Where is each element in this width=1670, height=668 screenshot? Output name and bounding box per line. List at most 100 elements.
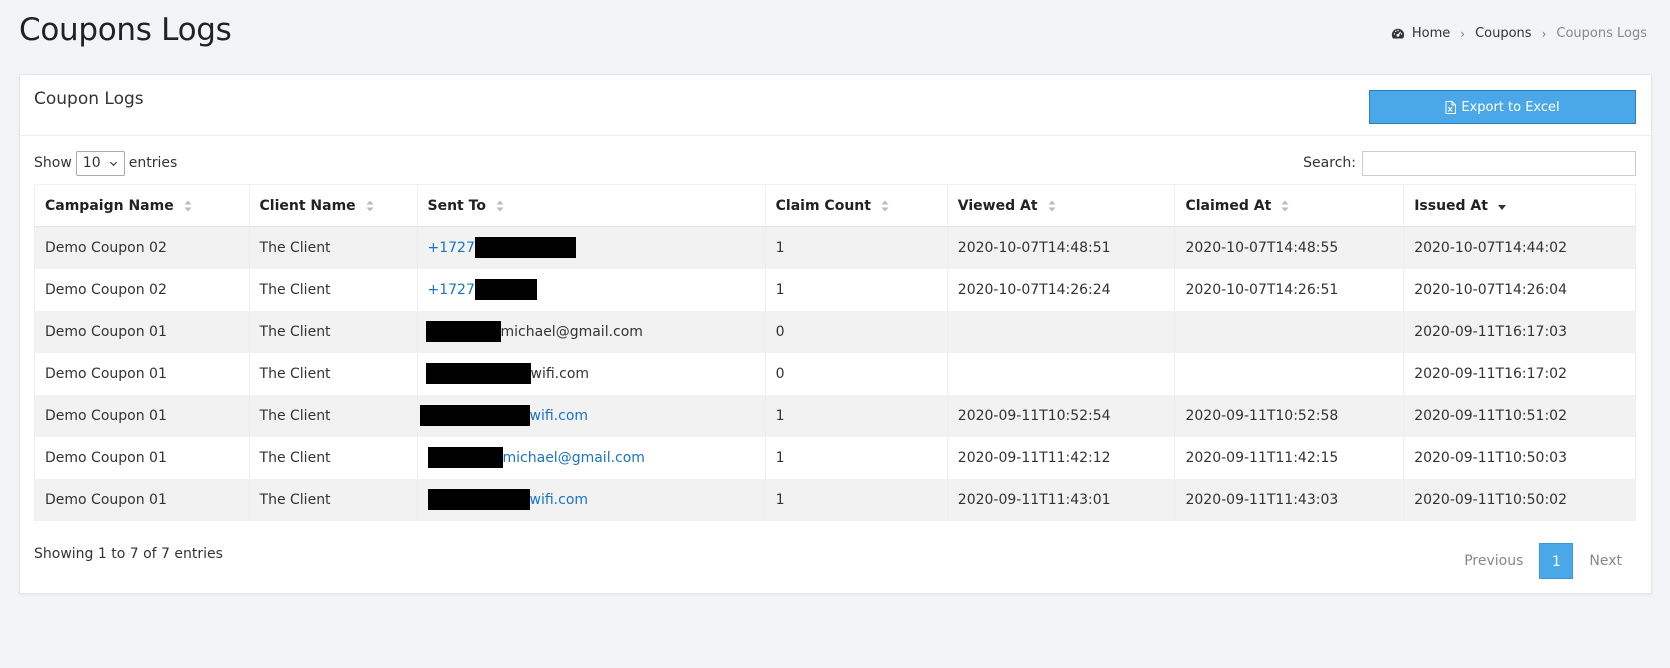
recipient-suffix: wifi.com [529, 407, 589, 424]
sent-to-cell: wifi.com [416, 352, 766, 395]
claim-count-cell: 0 [764, 310, 948, 353]
issued-at-cell: 2020-09-11T10:51:02 [1403, 394, 1636, 437]
recipient-link[interactable]: michael@gmail.com [427, 447, 645, 468]
table-info: Showing 1 to 7 of 7 entries [34, 546, 223, 562]
client-cell: The Client [248, 478, 418, 521]
sort-desc-icon [1497, 204, 1506, 210]
column-header-client-name[interactable]: Client Name [248, 184, 418, 227]
claim-count-cell: 1 [764, 436, 948, 479]
redaction-block [427, 447, 503, 468]
table-row: Demo Coupon 01 The Client michael@gmail.co… [34, 436, 1636, 479]
sort-icon [366, 200, 374, 211]
coupon-logs-table: Campaign Name Client Name Sent To Claim … [34, 184, 1636, 521]
chevron-down-icon [109, 161, 117, 166]
campaign-cell: Demo Coupon 01 [34, 436, 250, 479]
sort-icon [1048, 200, 1056, 211]
viewed-at-cell: 2020-10-07T14:48:51 [946, 226, 1176, 269]
search-control: Search: [1303, 150, 1636, 176]
page-length-control: Show 10 entries [34, 150, 177, 176]
claim-count-cell: 1 [764, 394, 948, 437]
card-header: Coupon Logs Export to Excel [20, 75, 1651, 136]
table-row: Demo Coupon 01 The Client michael@gmail.co… [34, 310, 1636, 353]
pagination: Previous 1 Next [1450, 543, 1636, 579]
sent-to-cell: +1727 [416, 226, 766, 269]
sent-to-cell: michael@gmail.com [416, 436, 766, 479]
recipient-link[interactable]: +1727 [427, 279, 537, 300]
viewed-at-cell [946, 310, 1176, 353]
claim-count-cell: 1 [764, 268, 948, 311]
export-excel-button[interactable]: Export to Excel [1369, 90, 1636, 124]
issued-at-cell: 2020-09-11T16:17:03 [1403, 310, 1636, 353]
next-page-button[interactable]: Next [1575, 543, 1636, 579]
client-cell: The Client [248, 268, 418, 311]
campaign-cell: Demo Coupon 01 [34, 310, 250, 353]
claimed-at-cell: 2020-09-11T11:42:15 [1174, 436, 1405, 479]
issued-at-cell: 2020-10-07T14:44:02 [1403, 226, 1636, 269]
card-title: Coupon Logs [34, 89, 144, 109]
claimed-at-cell: 2020-10-07T14:48:55 [1174, 226, 1405, 269]
recipient-prefix: +1727 [427, 239, 475, 256]
recipient-suffix: michael@gmail.com [502, 449, 645, 466]
claimed-at-cell [1174, 310, 1405, 353]
chevron-right-icon: › [1460, 26, 1466, 41]
recipient-prefix: +1727 [427, 281, 475, 298]
recipient-suffix: wifi.com [530, 365, 590, 382]
campaign-cell: Demo Coupon 02 [34, 268, 250, 311]
page-header: Coupons Logs Home › Coupons › Coupons Lo… [0, 0, 1670, 74]
page-size-value: 10 [82, 155, 101, 171]
column-header-viewed-at[interactable]: Viewed At [946, 184, 1176, 227]
sent-to-cell: michael@gmail.com [416, 310, 766, 353]
page-1-button[interactable]: 1 [1539, 543, 1574, 579]
sent-to-cell: wifi.com [416, 394, 766, 437]
recipient-link[interactable]: wifi.com [427, 489, 588, 510]
chevron-right-icon: › [1541, 26, 1547, 41]
page-size-select[interactable]: 10 [75, 150, 125, 176]
viewed-at-cell: 2020-10-07T14:26:24 [946, 268, 1176, 311]
redaction-block [474, 237, 576, 259]
sort-icon [496, 200, 504, 211]
viewed-at-cell: 2020-09-11T10:52:54 [946, 394, 1176, 437]
search-label: Search: [1303, 155, 1356, 171]
breadcrumb-home[interactable]: Home [1391, 26, 1450, 41]
breadcrumb-coupons[interactable]: Coupons [1475, 26, 1532, 41]
campaign-cell: Demo Coupon 02 [34, 226, 250, 269]
page-title: Coupons Logs [19, 12, 232, 48]
column-header-sent-to[interactable]: Sent To [416, 184, 766, 227]
table-row: Demo Coupon 01 The Client wifi.com 1 2020-09… [34, 478, 1636, 521]
claimed-at-cell [1174, 352, 1405, 395]
sort-icon [881, 200, 889, 211]
client-cell: The Client [248, 226, 418, 269]
sort-icon [1281, 200, 1289, 211]
search-input[interactable] [1362, 150, 1636, 176]
recipient-link[interactable]: wifi.com [419, 405, 589, 426]
breadcrumb-home-label: Home [1411, 26, 1451, 41]
column-header-issued-at[interactable]: Issued At [1403, 184, 1636, 227]
viewed-at-cell: 2020-09-11T11:43:01 [946, 478, 1176, 521]
campaign-cell: Demo Coupon 01 [34, 478, 250, 521]
issued-at-cell: 2020-09-11T16:17:02 [1403, 352, 1636, 395]
sent-to-cell: +1727 [416, 268, 766, 311]
recipient-text: michael@gmail.com [425, 321, 643, 342]
column-header-campaign-name[interactable]: Campaign Name [34, 184, 250, 227]
client-cell: The Client [248, 394, 418, 437]
redaction-block [425, 321, 501, 342]
coupon-logs-card: Coupon Logs Export to Excel Show 10 entr… [19, 74, 1652, 594]
redaction-block [419, 405, 530, 426]
table-row: Demo Coupon 02 The Client +1727 1 2020-10-07… [34, 226, 1636, 269]
issued-at-cell: 2020-09-11T10:50:02 [1403, 478, 1636, 521]
claimed-at-cell: 2020-10-07T14:26:51 [1174, 268, 1405, 311]
recipient-link[interactable]: +1727 [427, 237, 576, 259]
entries-label: entries [128, 155, 178, 171]
sort-icon [184, 200, 192, 211]
viewed-at-cell: 2020-09-11T11:42:12 [946, 436, 1176, 479]
recipient-text: wifi.com [425, 363, 590, 384]
campaign-cell: Demo Coupon 01 [34, 352, 250, 395]
table-row: Demo Coupon 01 The Client wifi.com 1 2020-09… [34, 394, 1636, 437]
client-cell: The Client [248, 310, 418, 353]
dashboard-icon [1391, 28, 1404, 38]
column-header-claimed-at[interactable]: Claimed At [1174, 184, 1405, 227]
redaction-block [474, 279, 537, 300]
previous-page-button[interactable]: Previous [1450, 543, 1537, 579]
column-header-claim-count[interactable]: Claim Count [764, 184, 948, 227]
export-label: Export to Excel [1461, 99, 1560, 115]
